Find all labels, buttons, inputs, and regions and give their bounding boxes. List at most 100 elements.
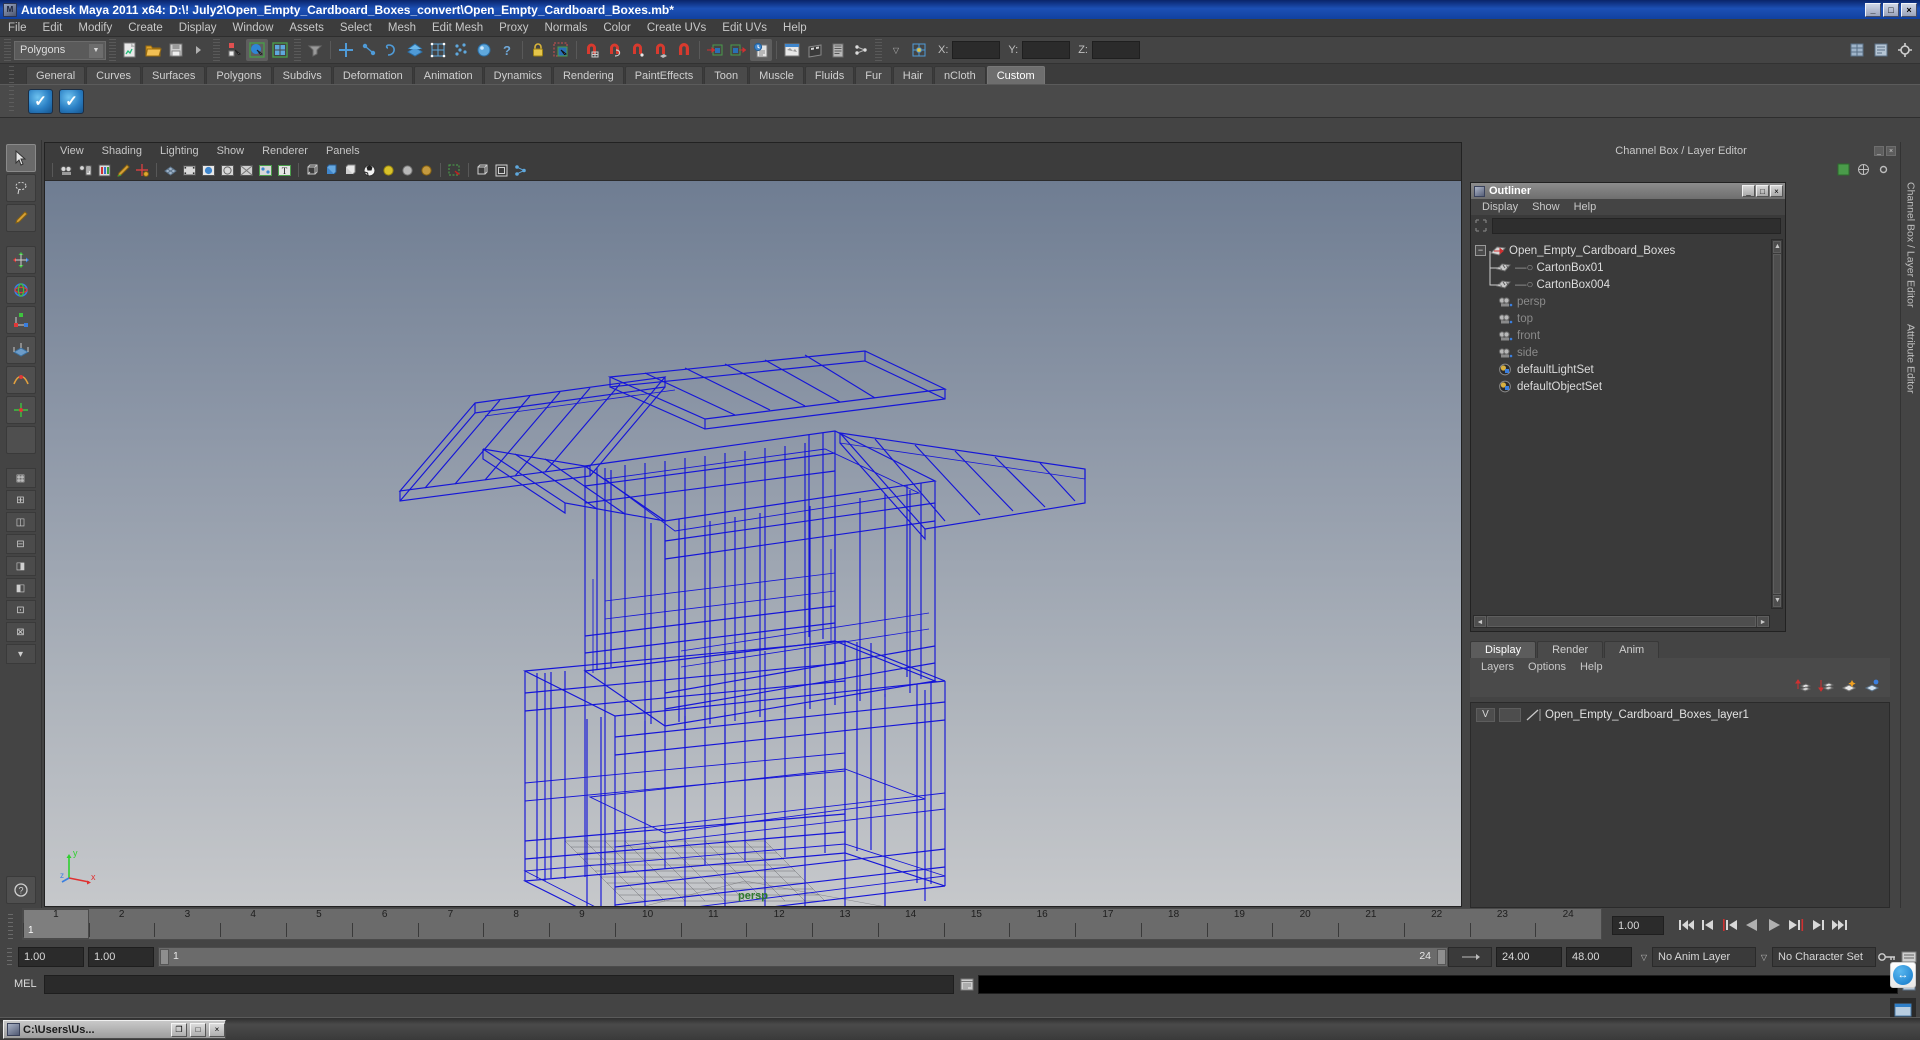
menu-set-selector[interactable]: Polygons ▼ — [14, 40, 106, 60]
chevron-down-icon[interactable]: ▼ — [89, 43, 103, 58]
save-scene-icon[interactable] — [165, 39, 187, 61]
scroll-right-button[interactable]: ► — [1757, 616, 1769, 627]
attribute-editor-icon[interactable] — [1856, 162, 1870, 176]
menu-edit-uvs[interactable]: Edit UVs — [714, 19, 775, 37]
maximize-button[interactable]: □ — [1883, 2, 1899, 17]
toolbar-grip-5[interactable] — [875, 39, 882, 61]
playback-speed-button[interactable] — [1448, 947, 1492, 967]
outliner-vertical-scrollbar[interactable]: ▲ ▼ — [1771, 239, 1783, 609]
snap-to-projected-center-icon[interactable] — [650, 39, 672, 61]
highlight-selection-icon[interactable] — [550, 39, 572, 61]
viewport-menu-show[interactable]: Show — [208, 143, 254, 160]
range-end-handle[interactable] — [1437, 949, 1446, 965]
wireframe-shading-icon[interactable] — [304, 162, 321, 179]
paint-icon[interactable] — [115, 162, 132, 179]
tab-anim[interactable]: Anim — [1604, 641, 1660, 658]
shelf-tab-custom[interactable]: Custom — [986, 66, 1045, 84]
text-annotate-icon[interactable]: T — [276, 162, 293, 179]
outliner-menu-show[interactable]: Show — [1525, 201, 1567, 213]
layer-row[interactable]: V Open_Empty_Cardboard_Boxes_layer1 — [1471, 706, 1889, 724]
outliner-row-defaultlightset[interactable]: defaultLightSet — [1473, 361, 1770, 378]
chevron-down-icon-anim-layer[interactable]: ▽ — [1636, 947, 1652, 967]
scroll-down-button[interactable]: ▼ — [1773, 595, 1781, 607]
step-forward-frame-button[interactable] — [1808, 915, 1828, 935]
shelf-tab-fluids[interactable]: Fluids — [804, 66, 855, 84]
menu-assets[interactable]: Assets — [281, 19, 332, 37]
tab-display[interactable]: Display — [1470, 641, 1537, 658]
chevron-down-icon-char-set[interactable]: ▽ — [1756, 947, 1772, 967]
range-start-handle[interactable] — [160, 949, 169, 965]
layer-color-swatch[interactable] — [1525, 708, 1541, 722]
show-attribute-editor-icon[interactable] — [1870, 39, 1892, 61]
move-layer-up-icon[interactable] — [1795, 678, 1811, 694]
layer-visibility-toggle[interactable]: V — [1476, 708, 1495, 722]
script-editor-icon[interactable] — [956, 974, 978, 994]
universal-manipulator-tool[interactable] — [5, 336, 36, 364]
layout-single-perspective[interactable]: ▦ — [5, 468, 36, 488]
layout-outliner-persp[interactable]: ⊡ — [5, 600, 36, 620]
toggle-pivot-icon[interactable] — [908, 39, 930, 61]
film-gate-icon[interactable] — [181, 162, 198, 179]
smooth-shade-selected-icon[interactable] — [342, 162, 359, 179]
menu-display[interactable]: Display — [171, 19, 225, 37]
render-sphere-icon[interactable] — [473, 39, 495, 61]
snap-to-grid-icon[interactable] — [581, 39, 603, 61]
menu-create-uvs[interactable]: Create UVs — [639, 19, 714, 37]
character-set-selector[interactable]: No Character Set — [1772, 947, 1876, 967]
menu-file[interactable]: File — [0, 19, 35, 37]
search-filter-icon[interactable] — [1473, 218, 1489, 233]
current-time-field[interactable]: 1.00 — [1612, 915, 1664, 935]
render-settings-icon[interactable] — [827, 39, 849, 61]
shelf-tab-muscle[interactable]: Muscle — [749, 66, 804, 84]
outliner-row-side[interactable]: side — [1473, 344, 1770, 361]
select-mask-icon[interactable] — [304, 39, 326, 61]
layer-menu-help[interactable]: Help — [1573, 661, 1610, 673]
curve-icon[interactable] — [381, 39, 403, 61]
render-current-frame-icon[interactable] — [781, 39, 803, 61]
undo-icon[interactable] — [188, 39, 210, 61]
viewport-menu-renderer[interactable]: Renderer — [253, 143, 317, 160]
menu-select[interactable]: Select — [332, 19, 380, 37]
outliner-row-top[interactable]: top — [1473, 310, 1770, 327]
toolbar-grip-4[interactable] — [294, 39, 301, 61]
bounding-box-icon[interactable] — [474, 162, 491, 179]
show-channel-box-icon[interactable] — [1846, 39, 1868, 61]
custom-shelf-button-2-icon[interactable]: ✓ — [59, 88, 84, 114]
gate-mask-icon[interactable] — [219, 162, 236, 179]
tab-render[interactable]: Render — [1537, 641, 1604, 658]
shelf-tab-ncloth[interactable]: nCloth — [933, 66, 986, 84]
select-camera-icon[interactable] — [58, 162, 75, 179]
help-question-icon[interactable]: ? — [496, 39, 518, 61]
viewport-canvas[interactable]: persp y x z — [45, 181, 1461, 906]
minimize-button[interactable]: _ — [1865, 2, 1881, 17]
xray-joints-icon[interactable] — [257, 162, 274, 179]
layout-persp-outliner[interactable]: ◫ — [5, 512, 36, 532]
layout-hypershade-persp[interactable]: ◨ — [5, 556, 36, 576]
output-connections-icon[interactable] — [727, 39, 749, 61]
menu-edit[interactable]: Edit — [35, 19, 71, 37]
taskbar-restore-button[interactable]: ❐ — [171, 1022, 187, 1037]
lock-camera-icon[interactable] — [134, 162, 151, 179]
new-layer-icon[interactable] — [1841, 678, 1857, 694]
h-scrollbar-thumb[interactable] — [1487, 616, 1756, 627]
step-forward-key-button[interactable] — [1786, 915, 1806, 935]
lasso-tool[interactable] — [5, 174, 36, 202]
rotate-tool[interactable] — [5, 276, 36, 304]
layout-persp-graph[interactable]: ⊟ — [5, 534, 36, 554]
input-connections-icon[interactable] — [704, 39, 726, 61]
paint-select-tool[interactable] — [5, 204, 36, 232]
y-coordinate-field[interactable] — [1022, 41, 1071, 59]
move-layer-down-icon[interactable] — [1818, 678, 1834, 694]
layout-expand-selector[interactable]: ▾ — [5, 644, 36, 664]
expand-collapse-icon[interactable]: − — [1475, 245, 1486, 256]
layer-name[interactable]: Open_Empty_Cardboard_Boxes_layer1 — [1545, 709, 1749, 721]
go-to-start-button[interactable] — [1676, 915, 1696, 935]
menu-create[interactable]: Create — [120, 19, 171, 37]
play-backwards-button[interactable] — [1742, 915, 1762, 935]
menu-color[interactable]: Color — [595, 19, 638, 37]
range-slider[interactable]: 1 24 — [158, 947, 1448, 967]
book-icon[interactable] — [96, 162, 113, 179]
menu-edit-mesh[interactable]: Edit Mesh — [424, 19, 491, 37]
layout-persp-uv-editor[interactable]: ⊠ — [5, 622, 36, 642]
channel-box-minimize[interactable]: _ — [1874, 145, 1884, 156]
